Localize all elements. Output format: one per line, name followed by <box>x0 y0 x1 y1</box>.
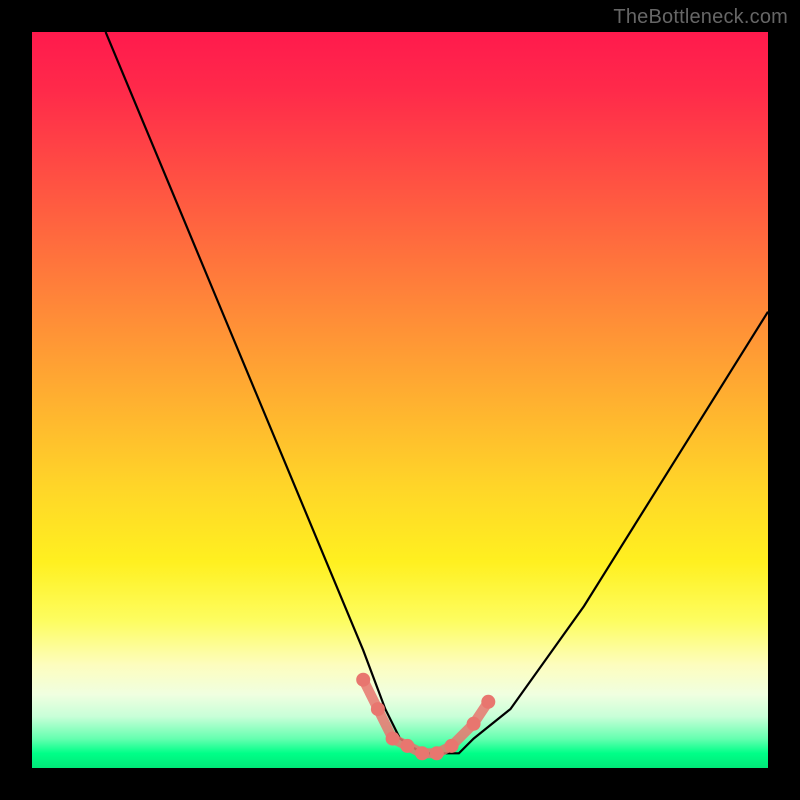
plot-area <box>32 32 768 768</box>
chart-frame: TheBottleneck.com <box>0 0 800 800</box>
highlight-marker <box>481 695 495 709</box>
highlight-marker <box>430 746 444 760</box>
watermark-text: TheBottleneck.com <box>613 6 788 29</box>
bottleneck-curve-path <box>106 32 768 753</box>
highlight-marker <box>356 673 370 687</box>
highlight-marker <box>400 739 414 753</box>
highlight-marker <box>415 746 429 760</box>
highlight-marker <box>386 732 400 746</box>
highlight-marker <box>445 739 459 753</box>
highlight-marker <box>467 717 481 731</box>
chart-svg <box>32 32 768 768</box>
highlight-marker <box>371 702 385 716</box>
